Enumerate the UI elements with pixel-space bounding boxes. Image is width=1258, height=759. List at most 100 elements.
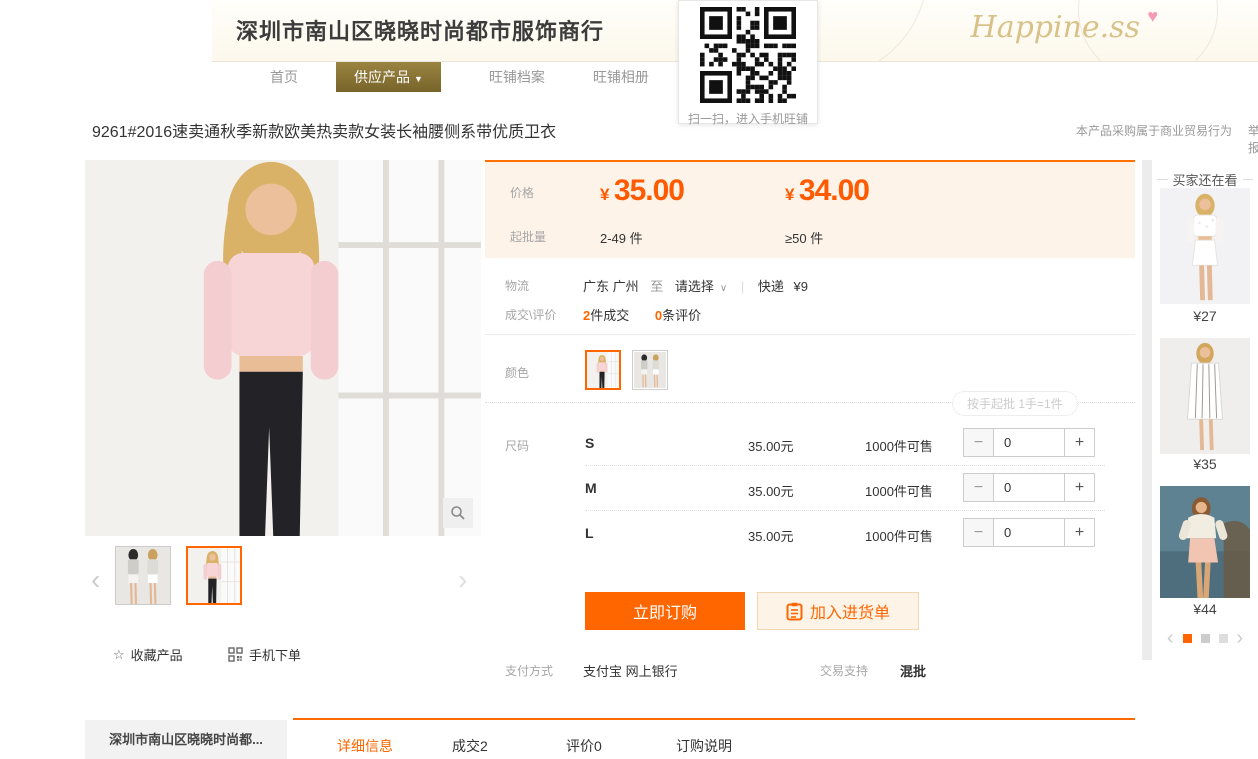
pager-dot-1[interactable] — [1183, 634, 1192, 643]
sidebar-pager: ‹ › — [1152, 628, 1258, 648]
thumbnail-photo — [116, 547, 170, 604]
price-panel: 价格 起批量 ¥ 35.00 ¥ 34.00 2-49 件 ≥50 件 — [485, 160, 1135, 258]
qty-stepper-m: − 0 + — [963, 473, 1095, 502]
plus-button[interactable]: + — [1064, 519, 1094, 546]
tier1-qty: 2-49 件 — [600, 228, 643, 247]
sidebar-title: 买家还在看 — [1152, 170, 1258, 189]
currency-symbol: ¥ — [600, 185, 609, 204]
payment-methods: 支付宝 网上银行 — [583, 661, 678, 680]
size-label: 尺码 — [505, 437, 529, 454]
trade-note: 本产品采购属于商业贸易行为 — [1076, 122, 1232, 139]
sidebar-product-photo — [1160, 338, 1250, 454]
pager-dot-3[interactable] — [1219, 634, 1228, 643]
size-row-stock: 1000件可售 — [865, 481, 933, 500]
tab-order-notes[interactable]: 订购说明 — [676, 736, 732, 756]
thumbs-prev-arrow[interactable]: ‹ — [91, 566, 100, 594]
tab-deals[interactable]: 成交2 — [452, 736, 488, 756]
stats-label: 成交\评价 — [505, 306, 556, 323]
deal-suffix[interactable]: 件成交 — [590, 308, 629, 323]
dotted-divider — [585, 465, 1105, 466]
report-link[interactable]: 举报 — [1248, 122, 1258, 156]
sidebar-product-3[interactable] — [1160, 486, 1250, 598]
magnifier-icon — [450, 505, 466, 521]
qty-stepper-l: − 0 + — [963, 518, 1095, 547]
nav-products-label: 供应产品 — [354, 69, 410, 85]
thumbnail-photo — [188, 548, 240, 603]
size-row-stock: 1000件可售 — [865, 436, 933, 455]
review-suffix[interactable]: 条评价 — [662, 308, 701, 323]
size-row-name: S — [585, 435, 594, 451]
thumbnail-pink-sweater[interactable] — [186, 546, 242, 605]
product-page: 深圳市南山区晓晓时尚都市服饰商行 Happine.ss ♥ 首页 供应产品▼ 旺… — [0, 0, 1258, 759]
minus-button[interactable]: − — [964, 429, 994, 456]
tier2-price-value: 34.00 — [799, 174, 869, 207]
destination-value: 请选择 — [675, 279, 714, 294]
qr-grid-icon — [228, 647, 243, 662]
mobile-order-button[interactable]: 手机下单 — [228, 645, 301, 664]
qty-input[interactable]: 0 — [994, 519, 1064, 546]
ship-from: 广东 广州 — [583, 279, 639, 294]
image-zoom-button[interactable] — [443, 498, 473, 528]
qty-input[interactable]: 0 — [994, 429, 1064, 456]
trade-support-value: 混批 — [900, 661, 926, 680]
batch-hint-pill: 按手起批 1手=1件 — [952, 391, 1078, 416]
order-now-button[interactable]: 立即订购 — [585, 592, 745, 630]
sidebar-price-1: ¥27 — [1152, 308, 1258, 324]
logistics-value: 广东 广州 至 请选择∨ | 快递 ¥9 — [583, 276, 808, 295]
shop-name: 深圳市南山区晓晓时尚都市服饰商行 — [236, 14, 604, 46]
minus-button[interactable]: − — [964, 474, 994, 501]
sidebar-product-photo — [1160, 486, 1250, 598]
sidebar-product-1[interactable] — [1160, 188, 1250, 304]
pager-prev-arrow[interactable]: ‹ — [1167, 628, 1174, 648]
size-row-price: 35.00元 — [748, 526, 794, 545]
plus-button[interactable]: + — [1064, 429, 1094, 456]
destination-select[interactable]: 请选择 ∨ — [675, 279, 727, 294]
sidebar-product-2[interactable] — [1160, 338, 1250, 454]
banner-brand-text: Happine.ss — [971, 10, 1140, 45]
dotted-divider — [585, 510, 1105, 511]
sidebar-product-photo — [1160, 188, 1250, 304]
favorite-product-button[interactable]: ☆ 收藏产品 — [113, 645, 183, 664]
qty-stepper-s: − 0 + — [963, 428, 1095, 457]
to-word: 至 — [650, 279, 663, 294]
add-to-cart-button[interactable]: 加入进货单 — [757, 592, 919, 630]
sidebar-price-2: ¥35 — [1152, 456, 1258, 472]
color-swatch-white[interactable] — [632, 350, 668, 390]
chevron-down-icon: ∨ — [720, 283, 727, 294]
color-swatch-pink[interactable] — [585, 350, 621, 390]
size-row-name: M — [585, 480, 597, 496]
nav-archive[interactable]: 旺铺档案 — [489, 67, 545, 87]
thumbs-next-arrow[interactable]: › — [458, 566, 467, 594]
divider: | — [741, 279, 744, 294]
tab-detail-info[interactable]: 详细信息 — [337, 736, 393, 756]
size-row-name: L — [585, 525, 594, 541]
nav-home[interactable]: 首页 — [270, 67, 298, 87]
tier1-price-value: 35.00 — [614, 174, 684, 207]
bottom-shop-box[interactable]: 深圳市南山区晓晓时尚都... — [85, 720, 287, 759]
star-icon: ☆ — [113, 647, 125, 663]
nav-archive-label: 旺铺档案 — [489, 69, 545, 85]
qty-input[interactable]: 0 — [994, 474, 1064, 501]
heart-icon: ♥ — [1147, 6, 1158, 27]
size-row-price: 35.00元 — [748, 436, 794, 455]
nav-products[interactable]: 供应产品▼ — [336, 62, 441, 92]
color-label: 颜色 — [505, 364, 529, 381]
qr-caption: 扫一扫，进入手机旺铺 — [679, 110, 817, 127]
pager-next-arrow[interactable]: › — [1237, 628, 1244, 648]
thumbnail-white-outfit[interactable] — [115, 546, 171, 605]
stats-value: 2件成交 0条评价 — [583, 305, 701, 324]
minus-button[interactable]: − — [964, 519, 994, 546]
mobile-order-label: 手机下单 — [249, 645, 301, 664]
sidebar-price-3: ¥44 — [1152, 601, 1258, 617]
nav-album[interactable]: 旺铺相册 — [593, 67, 649, 87]
tab-reviews[interactable]: 评价0 — [566, 736, 602, 756]
main-product-image[interactable] — [85, 160, 481, 536]
plus-button[interactable]: + — [1064, 474, 1094, 501]
mobile-shop-qr-panel: 扫一扫，进入手机旺铺 — [678, 0, 818, 124]
size-row-stock: 1000件可售 — [865, 526, 933, 545]
tier2-price: ¥ 34.00 — [785, 174, 869, 208]
sidebar-gap — [1142, 160, 1152, 660]
pager-dot-2[interactable] — [1201, 634, 1210, 643]
product-photo — [85, 160, 481, 536]
nav-album-label: 旺铺相册 — [593, 69, 649, 85]
